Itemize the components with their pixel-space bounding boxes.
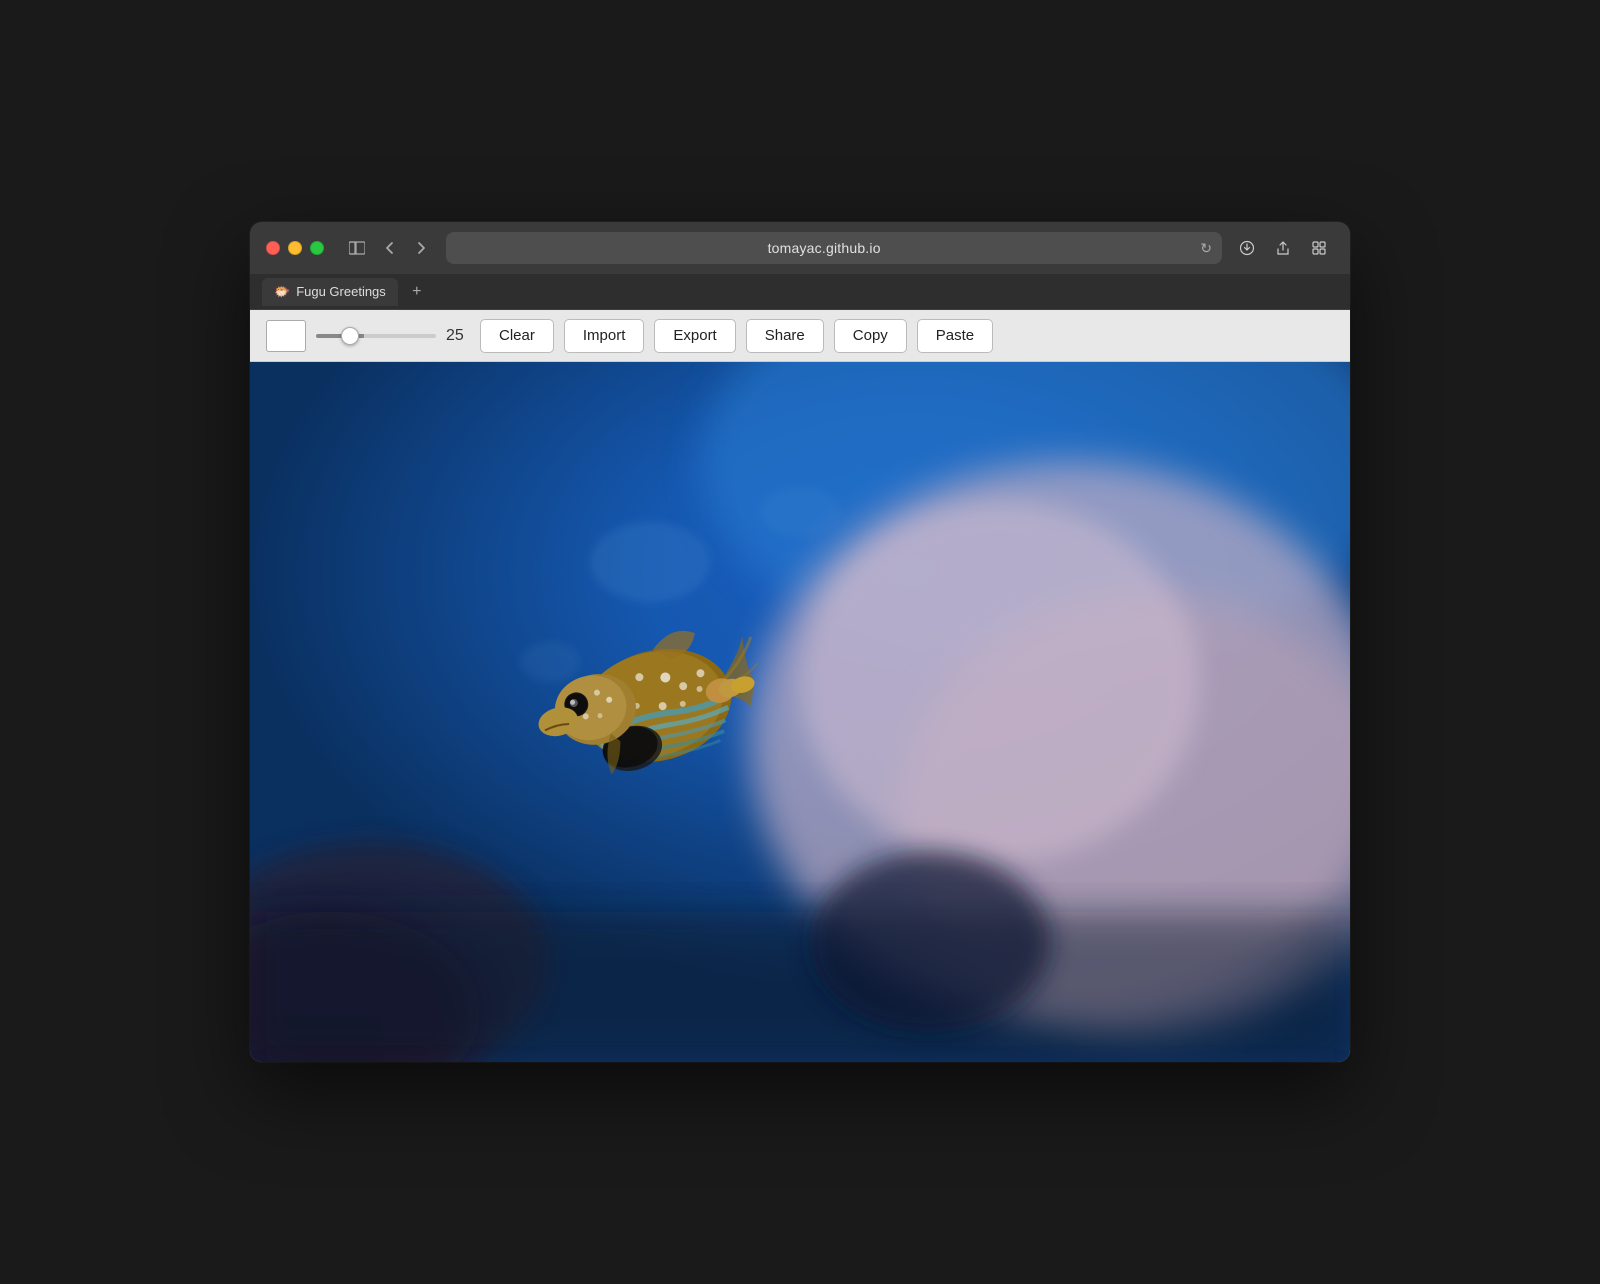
browser-window: tomayac.github.io ↻ — [250, 222, 1350, 1062]
active-tab[interactable]: 🐡 Fugu Greetings — [262, 278, 398, 306]
export-button[interactable]: Export — [654, 319, 735, 353]
color-picker[interactable] — [266, 320, 306, 352]
forward-button[interactable] — [406, 235, 436, 261]
app-toolbar: 25 Clear Import Export Share Copy Paste — [250, 310, 1350, 362]
clear-button[interactable]: Clear — [480, 319, 554, 353]
brush-size-value: 25 — [446, 327, 470, 345]
new-tab-button[interactable] — [1304, 235, 1334, 261]
download-button[interactable] — [1232, 235, 1262, 261]
browser-toolbar-right — [1232, 235, 1334, 261]
tab-bar: 🐡 Fugu Greetings + — [250, 274, 1350, 310]
canvas-area[interactable] — [250, 362, 1350, 1062]
maximize-button[interactable] — [310, 241, 324, 255]
share-button[interactable] — [1268, 235, 1298, 261]
nav-buttons — [342, 235, 436, 261]
paste-button[interactable]: Paste — [917, 319, 993, 353]
url-text: tomayac.github.io — [456, 240, 1192, 256]
sidebar-toggle-button[interactable] — [342, 235, 372, 261]
import-button[interactable]: Import — [564, 319, 645, 353]
minimize-button[interactable] — [288, 241, 302, 255]
title-bar: tomayac.github.io ↻ — [250, 222, 1350, 274]
add-tab-button[interactable]: + — [406, 281, 428, 303]
tab-favicon: 🐡 — [274, 284, 290, 300]
brush-size-slider[interactable] — [316, 334, 436, 338]
traffic-lights — [266, 241, 324, 255]
address-bar[interactable]: tomayac.github.io ↻ — [446, 232, 1222, 264]
copy-button[interactable]: Copy — [834, 319, 907, 353]
back-button[interactable] — [374, 235, 404, 261]
close-button[interactable] — [266, 241, 280, 255]
app-content: 25 Clear Import Export Share Copy Paste — [250, 310, 1350, 1062]
reload-button[interactable]: ↻ — [1200, 240, 1212, 257]
tab-title: Fugu Greetings — [296, 284, 386, 299]
share-action-button[interactable]: Share — [746, 319, 824, 353]
